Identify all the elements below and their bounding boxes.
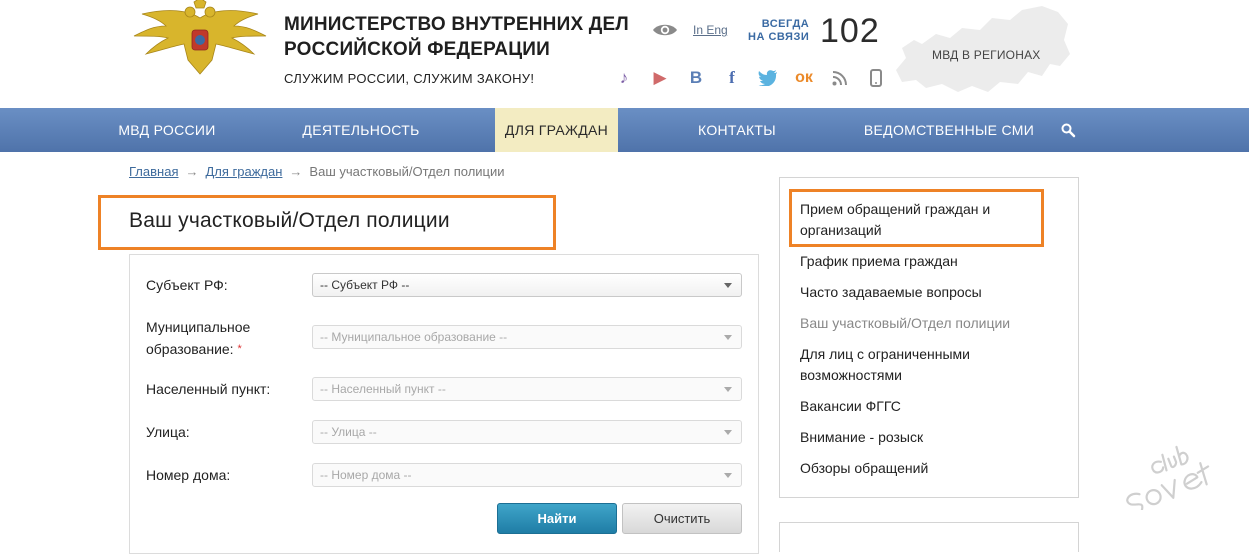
settlement-label: Населенный пункт: — [146, 381, 271, 397]
club-sovet-watermark-logo — [1126, 445, 1210, 510]
municipality-label-line2: образование: — [146, 341, 234, 357]
chevron-down-icon — [724, 430, 732, 435]
house-number-select-value: -- Номер дома -- — [320, 468, 412, 482]
house-number-label: Номер дома: — [146, 467, 231, 483]
house-number-select[interactable]: -- Номер дома -- — [312, 463, 742, 487]
municipality-select-value: -- Муниципальное образование -- — [320, 330, 508, 344]
double-headed-eagle-emblem[interactable] — [128, 0, 272, 80]
breadcrumb-section-link[interactable]: Для граждан — [205, 164, 282, 179]
municipality-select[interactable]: -- Муниципальное образование -- — [312, 325, 742, 349]
sidebar-item-district-officer[interactable]: Ваш участковый/Отдел полиции — [800, 313, 1040, 334]
chevron-down-icon — [724, 387, 732, 392]
hotline-number[interactable]: 102 — [820, 12, 880, 51]
chevron-down-icon — [724, 335, 732, 340]
nav-item-for-citizens[interactable]: ДЛЯ ГРАЖДАН — [495, 108, 618, 152]
street-select[interactable]: -- Улица -- — [312, 420, 742, 444]
page-title: Ваш участковый/Отдел полиции — [129, 209, 450, 232]
street-label: Улица: — [146, 424, 190, 440]
sidebar-item-wanted[interactable]: Внимание - розыск — [800, 427, 1040, 448]
twitter-icon[interactable] — [750, 66, 786, 90]
breadcrumb-home-link[interactable]: Главная — [129, 164, 178, 179]
sidebar-item-label: Прием обращений граждан и — [800, 201, 991, 217]
nav-item-media[interactable]: ВЕДОМСТВЕННЫЕ СМИ — [850, 108, 1048, 152]
play-icon[interactable]: ▶ — [642, 66, 678, 90]
chevron-down-icon — [724, 283, 732, 288]
search-icon[interactable] — [1060, 122, 1076, 138]
sidebar-item-vacancies[interactable]: Вакансии ФГГС — [800, 396, 1040, 417]
sidebar-item-label: возможностями — [800, 367, 902, 383]
municipality-label-line1: Муниципальное — [146, 319, 251, 335]
always-line2: НА СВЯЗИ — [748, 31, 810, 43]
nav-item-activity[interactable]: ДЕЯТЕЛЬНОСТЬ — [282, 108, 440, 152]
rss-icon[interactable] — [822, 66, 858, 90]
regions-link[interactable]: МВД В РЕГИОНАХ — [932, 48, 1040, 62]
breadcrumb: Главная → Для граждан → Ваш участковый/Отдел… — [129, 164, 505, 179]
sidebar-secondary-panel — [779, 522, 1079, 552]
slogan: СЛУЖИМ РОССИИ, СЛУЖИМ ЗАКОНУ! — [284, 71, 535, 86]
vk-icon[interactable]: B — [678, 66, 714, 90]
required-mark: * — [237, 343, 242, 355]
organization-title-line1: МИНИСТЕРСТВО ВНУТРЕННИХ ДЕЛ — [284, 14, 629, 35]
music-icon[interactable]: ♪ — [606, 66, 642, 90]
subject-select-value: -- Субъект РФ -- — [320, 278, 410, 292]
subject-select[interactable]: -- Субъект РФ -- — [312, 273, 742, 297]
organization-title-line2: РОССИЙСКОЙ ФЕДЕРАЦИИ — [284, 39, 551, 60]
facebook-icon[interactable]: f — [714, 66, 750, 90]
english-version-link[interactable]: In Eng — [693, 23, 728, 37]
sidebar-item-label: Для лиц с ограниченными — [800, 346, 970, 362]
social-links: ♪ ▶ B f ок — [606, 66, 894, 90]
mobile-icon[interactable] — [858, 66, 894, 90]
settlement-select-value: -- Населенный пункт -- — [320, 382, 446, 396]
always-line1: ВСЕГДА — [761, 18, 810, 30]
sidebar-item-accessibility[interactable]: Для лиц с ограниченными возможностями — [800, 344, 1040, 386]
always-on-line-label: ВСЕГДА НА СВЯЗИ — [748, 18, 809, 44]
site-header: МИНИСТЕРСТВО ВНУТРЕННИХ ДЕЛ РОССИЙСКОЙ Ф… — [0, 0, 1249, 108]
eye-icon[interactable] — [652, 22, 678, 38]
odnoklassniki-icon[interactable]: ок — [786, 66, 822, 90]
subject-label: Субъект РФ: — [146, 277, 228, 293]
sidebar-item-reception-schedule[interactable]: График приема граждан — [800, 251, 1040, 272]
sidebar-item-appeals[interactable]: Прием обращений граждан и организаций — [800, 199, 1040, 241]
nav-item-contacts[interactable]: КОНТАКТЫ — [676, 108, 798, 152]
settlement-select[interactable]: -- Населенный пункт -- — [312, 377, 742, 401]
sidebar-item-faq[interactable]: Часто задаваемые вопросы — [800, 282, 1040, 303]
sidebar-item-label: организаций — [800, 222, 882, 238]
municipality-label: Муниципальное образование: * — [146, 316, 250, 360]
chevron-down-icon — [724, 473, 732, 478]
nav-item-mvd-russia[interactable]: МВД РОССИИ — [98, 108, 236, 152]
breadcrumb-current: Ваш участковый/Отдел полиции — [309, 164, 505, 179]
find-button[interactable]: Найти — [497, 503, 617, 534]
sidebar-item-appeal-reviews[interactable]: Обзоры обращений — [800, 458, 1040, 479]
organization-title[interactable]: МИНИСТЕРСТВО ВНУТРЕННИХ ДЕЛ РОССИЙСКОЙ Ф… — [284, 12, 629, 62]
breadcrumb-separator: → — [289, 164, 303, 179]
breadcrumb-separator: → — [185, 164, 199, 179]
clear-button[interactable]: Очистить — [622, 503, 742, 534]
street-select-value: -- Улица -- — [320, 425, 377, 439]
main-navigation: МВД РОССИИ ДЕЯТЕЛЬНОСТЬ ДЛЯ ГРАЖДАН КОНТ… — [0, 108, 1249, 152]
